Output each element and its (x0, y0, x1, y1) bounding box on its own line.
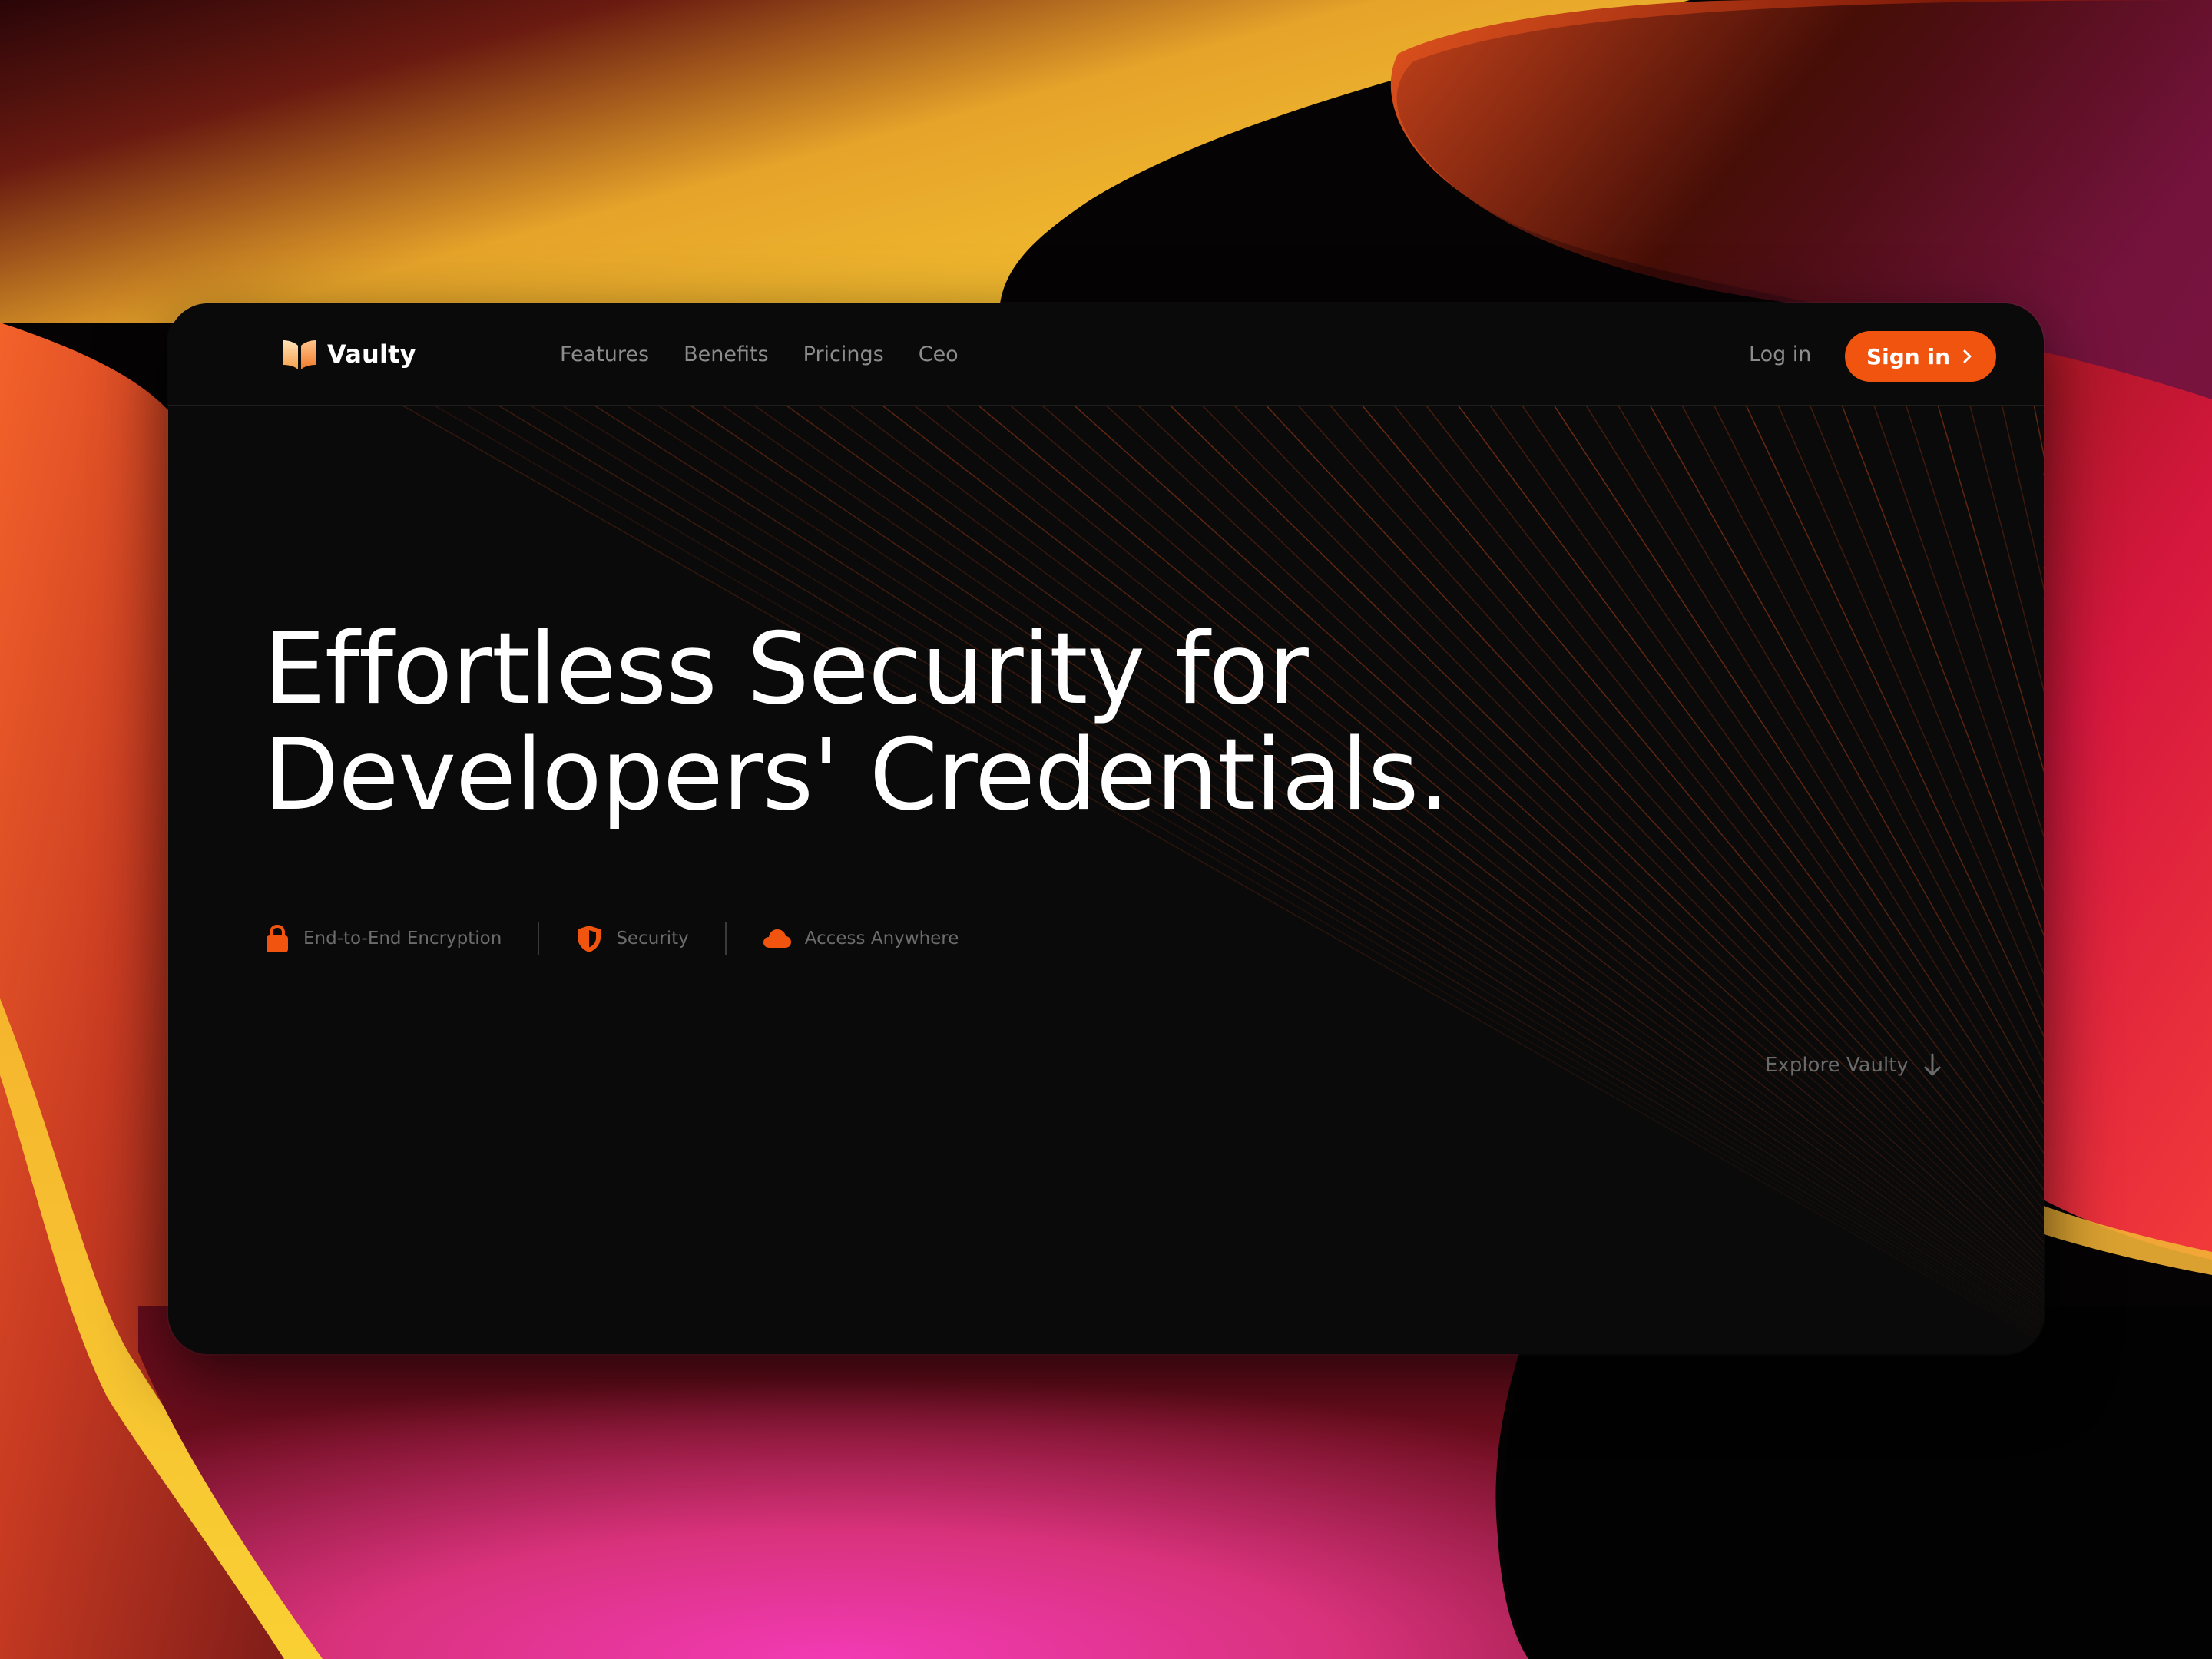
nav-link-pricings[interactable]: Pricings (803, 343, 884, 366)
feature-list: End-to-End Encryption Security Access An… (263, 922, 959, 955)
signin-label: Sign in (1866, 343, 1951, 369)
explore-label: Explore Vaulty (1765, 1054, 1909, 1077)
nav-link-ceo[interactable]: Ceo (919, 343, 959, 366)
cloud-icon (763, 929, 791, 948)
feature-label: End-to-End Encryption (303, 929, 502, 949)
desktop-stage: Vaulty Features Benefits Pricings Ceo Lo… (0, 0, 2212, 1659)
nav-link-features[interactable]: Features (560, 343, 649, 366)
login-link[interactable]: Log in (1749, 303, 1811, 405)
brand-name: Vaulty (327, 339, 416, 369)
lock-icon (267, 924, 288, 952)
shield-icon (578, 926, 601, 952)
chevron-right-icon (1963, 349, 1972, 363)
feature-label: Access Anywhere (804, 929, 959, 949)
top-navbar: Vaulty Features Benefits Pricings Ceo Lo… (168, 303, 2044, 406)
brand[interactable]: Vaulty (281, 336, 416, 373)
open-book-icon (283, 340, 316, 369)
nav-links: Features Benefits Pricings Ceo (560, 303, 993, 405)
hero-line-1: Effortless Security for (263, 612, 1309, 727)
explore-link[interactable]: Explore Vaulty (1765, 1048, 1942, 1082)
feature-security: Security (575, 923, 689, 954)
hero-line-2: Developers' Credentials. (263, 718, 1449, 833)
feature-access: Access Anywhere (762, 926, 959, 952)
feature-encryption: End-to-End Encryption (263, 923, 502, 954)
feature-divider (538, 922, 540, 955)
signin-button[interactable]: Sign in (1845, 331, 1996, 382)
app-window: Vaulty Features Benefits Pricings Ceo Lo… (168, 303, 2044, 1354)
feature-label: Security (616, 929, 689, 949)
nav-link-benefits[interactable]: Benefits (684, 343, 769, 366)
hero-headline: Effortless Security for Developers' Cred… (263, 617, 1723, 829)
arrow-down-icon (1924, 1053, 1941, 1076)
feature-divider (724, 922, 727, 955)
